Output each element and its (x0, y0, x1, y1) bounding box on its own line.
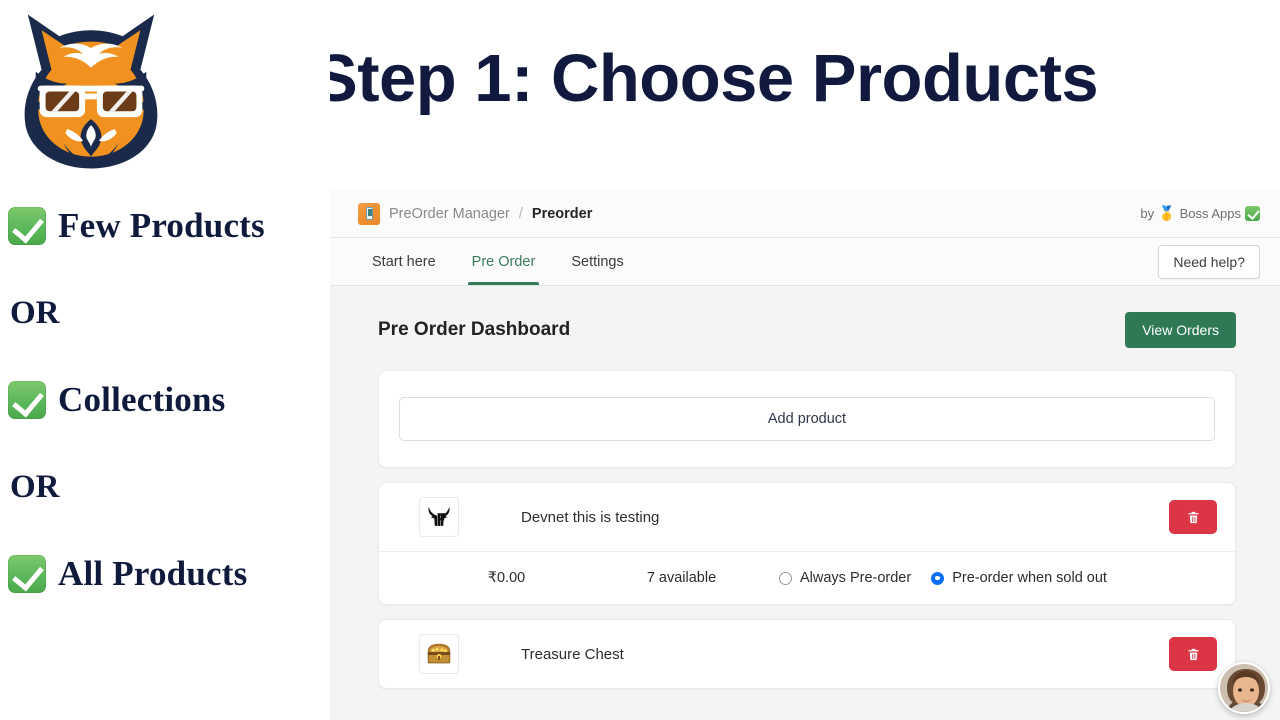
need-help-button[interactable]: Need help? (1158, 244, 1260, 279)
bull-horns-logo-thumbnail (419, 497, 459, 537)
app-window: PreOrder Manager / Preorder by 🥇 Boss Ap… (330, 190, 1280, 720)
page-headline: Step 1: Choose Products (313, 41, 1099, 116)
app-body: Pre Order Dashboard View Orders Add prod… (330, 286, 1280, 689)
delete-product-button[interactable] (1169, 500, 1217, 534)
support-agent-avatar[interactable] (1218, 662, 1270, 714)
list-item-label: All Products (58, 554, 248, 593)
app-topbar: PreOrder Manager / Preorder by 🥇 Boss Ap… (330, 190, 1280, 238)
treasure-chest-thumbnail (419, 634, 459, 674)
product-name: Treasure Chest (521, 645, 624, 663)
breadcrumb-app-name[interactable]: PreOrder Manager (389, 206, 510, 222)
list-item-few-products: Few Products (8, 196, 328, 256)
preorder-manager-app-icon (358, 202, 380, 225)
delete-product-button[interactable] (1169, 637, 1217, 671)
tab-start-here[interactable]: Start here (358, 238, 450, 285)
help-button-wrap: Need help? (1158, 238, 1260, 285)
product-name: Devnet this is testing (521, 508, 660, 526)
product-row-details: ₹0.00 7 available Always Pre-order Pre-o… (379, 552, 1235, 604)
add-product-card: Add product (378, 370, 1236, 468)
byline-prefix: by (1140, 206, 1155, 221)
breadcrumb: PreOrder Manager / Preorder (358, 202, 593, 225)
view-orders-button[interactable]: View Orders (1125, 312, 1236, 348)
check-mark-button-icon (8, 555, 46, 593)
screenshot-root: PreOrder Manager / Preorder by 🥇 Boss Ap… (0, 0, 1280, 720)
product-price: ₹0.00 (487, 570, 526, 586)
product-row-header: Devnet this is testing (379, 483, 1235, 551)
radio-always-preorder-label[interactable]: Always Pre-order (800, 570, 911, 586)
list-separator-or: OR (10, 468, 60, 505)
preorder-mode-group: Always Pre-order Pre-order when sold out (779, 570, 1119, 586)
medal-icon: 🥇 (1158, 205, 1176, 221)
radio-preorder-when-sold-out[interactable] (931, 571, 945, 585)
product-row-header: Treasure Chest (379, 620, 1235, 688)
radio-always-preorder[interactable] (779, 571, 792, 585)
tab-pre-order[interactable]: Pre Order (458, 238, 550, 285)
dashboard-header: Pre Order Dashboard View Orders (378, 312, 1236, 348)
check-mark-button-icon (8, 381, 46, 419)
byline: by 🥇 Boss Apps (1140, 205, 1260, 222)
fox-head-sunglasses-logo (12, 8, 170, 173)
app-tab-bar: Start here Pre Order Settings Need help? (330, 238, 1280, 286)
product-availability: 7 available (646, 570, 717, 586)
check-mark-button-icon (1245, 206, 1260, 221)
left-overlay-panel: Few Products OR Collections OR All Produ… (0, 0, 330, 720)
list-item-label: Collections (58, 380, 226, 419)
page-title: Pre Order Dashboard (378, 319, 571, 340)
bullet-list: Few Products OR Collections OR All Produ… (8, 196, 328, 604)
check-mark-button-icon (8, 207, 46, 245)
tabs-group: Start here Pre Order Settings (358, 238, 638, 285)
byline-name: Boss Apps (1179, 206, 1241, 221)
list-item-label: Few Products (58, 206, 265, 245)
add-product-card-inner: Add product (379, 371, 1235, 467)
tab-settings[interactable]: Settings (557, 238, 637, 285)
list-item-all-products: All Products (8, 544, 328, 604)
trash-icon (1188, 511, 1198, 523)
trash-icon (1188, 648, 1198, 660)
radio-preorder-when-sold-out-label[interactable]: Pre-order when sold out (952, 570, 1107, 586)
product-card: Devnet this is testing ₹0.00 7 available… (378, 482, 1236, 605)
breadcrumb-current-page: Preorder (531, 205, 593, 222)
list-separator-or: OR (10, 294, 60, 331)
list-item-collections: Collections (8, 370, 328, 430)
add-product-button[interactable]: Add product (399, 397, 1215, 441)
breadcrumb-separator: / (518, 205, 523, 222)
product-card: Treasure Chest (378, 619, 1236, 689)
